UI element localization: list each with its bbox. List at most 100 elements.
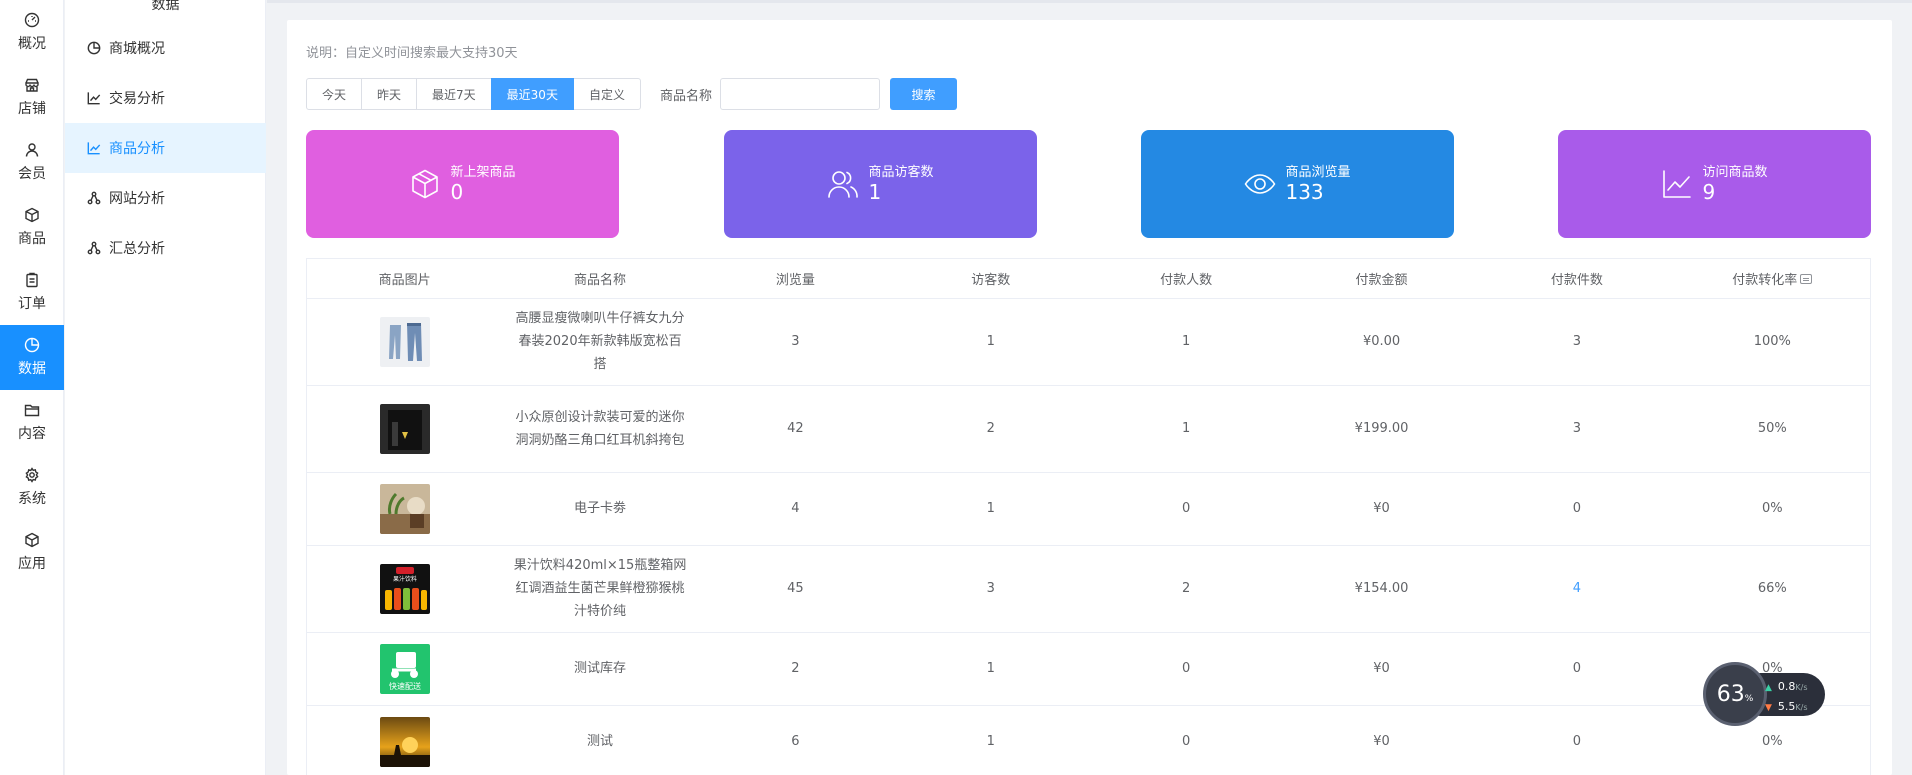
cell-amount: ¥0 — [1283, 472, 1480, 546]
range-button-4[interactable]: 自定义 — [572, 78, 641, 110]
nav-item-label: 商品 — [18, 231, 46, 247]
stat-card-0: 新上架商品 0 — [306, 130, 619, 238]
range-button-3[interactable]: 最近30天 — [490, 78, 574, 110]
stat-card-2: 商品浏览量 133 — [1141, 130, 1454, 238]
cube-icon — [409, 168, 441, 200]
sub-nav-item-2[interactable]: 商品分析 — [65, 123, 266, 173]
juice-thumb-text: 果汁饮料 — [393, 575, 417, 583]
range-button-2[interactable]: 最近7天 — [416, 78, 492, 110]
comment-icon[interactable] — [1800, 274, 1813, 285]
table-row: 果汁饮料 果汁饮料420ml×15瓶整箱网红调酒益生菌芒果鲜橙猕猴桃汁特价纯 45 3… — [307, 545, 1870, 633]
stat-label: 商品访客数 — [868, 165, 934, 180]
cell-name: 测试库存 — [502, 632, 698, 706]
cell-name: 测试 — [502, 705, 698, 775]
cell-views: 2 — [697, 632, 894, 706]
cell-image — [307, 472, 503, 546]
nav-item-0[interactable]: 概况 — [0, 0, 64, 65]
column-header: 商品图片 — [307, 259, 503, 299]
cell-views: 42 — [697, 385, 894, 473]
sub-nav-item-3[interactable]: 网站分析 — [65, 173, 266, 223]
arrow-up-icon: ▲ — [1765, 683, 1772, 693]
nav-item-3[interactable]: 商品 — [0, 195, 64, 260]
column-header: 付款转化率 — [1674, 259, 1870, 299]
cell-payers: 1 — [1088, 385, 1284, 473]
table-row: 小众原创设计款装可爱的迷你洞洞奶酪三角口红耳机斜挎包 42 2 1 ¥199.00 3 50… — [307, 385, 1870, 473]
range-button-0[interactable]: 今天 — [306, 78, 363, 110]
nav-item-8[interactable]: 应用 — [0, 520, 64, 585]
table-row: 测试 6 1 0 ¥0 0 0% — [307, 705, 1870, 775]
table-row: 高腰显瘦微喇叭牛仔裤女九分春装2020年新款韩版宽松百搭 3 1 1 ¥0.00 3 100… — [307, 298, 1870, 386]
table-body: 高腰显瘦微喇叭牛仔裤女九分春装2020年新款韩版宽松百搭 3 1 1 ¥0.00 3 100… — [307, 298, 1870, 775]
line-chart-icon — [1661, 168, 1693, 200]
sub-nav-item-label: 汇总分析 — [109, 241, 165, 257]
product-thumbnail[interactable]: 快速配送 — [379, 643, 430, 694]
column-header: 付款件数 — [1479, 259, 1675, 299]
cell-visitors: 1 — [893, 472, 1089, 546]
table-row: 快速配送 测试库存 2 1 0 ¥0 0 0% — [307, 632, 1870, 706]
nav-item-2[interactable]: 会员 — [0, 130, 64, 195]
download-speed: ▼ 5.5K/s — [1765, 700, 1808, 713]
nav-item-label: 店铺 — [18, 101, 46, 117]
sub-nav-item-label: 商品分析 — [109, 141, 165, 157]
cell-rate: 0% — [1674, 472, 1870, 546]
cell-qty: 0 — [1479, 632, 1675, 706]
cell-qty: 0 — [1479, 705, 1675, 775]
product-thumbnail[interactable]: 果汁饮料 — [379, 563, 430, 614]
sub-nav-item-1[interactable]: 交易分析 — [65, 73, 266, 123]
cell-views: 3 — [697, 298, 894, 386]
nav-item-7[interactable]: 系统 — [0, 455, 64, 520]
date-range-group: 今天 昨天 最近7天 最近30天 自定义 — [306, 78, 641, 110]
column-header: 付款金额 — [1283, 259, 1480, 299]
cell-payers: 1 — [1088, 298, 1284, 386]
stat-card-1: 商品访客数 1 — [724, 130, 1037, 238]
product-name-label: 商品名称 — [659, 88, 712, 104]
cell-image: 果汁饮料 — [307, 545, 503, 633]
cell-visitors: 2 — [893, 385, 1089, 473]
cell-name: 电子卡劵 — [502, 472, 698, 546]
gauge-icon — [24, 12, 40, 28]
cell-amount: ¥199.00 — [1283, 385, 1480, 473]
stat-card-3: 访问商品数 9 — [1558, 130, 1871, 238]
nav-item-4[interactable]: 订单 — [0, 260, 64, 325]
network-speed-widget[interactable]: 63% ▲ 0.8K/s ▼ 5.5K/s — [1703, 662, 1825, 728]
store-icon — [24, 77, 40, 93]
sub-nav-item-0[interactable]: 商城概况 — [65, 23, 266, 73]
product-thumbnail[interactable] — [379, 483, 430, 534]
search-button[interactable]: 搜索 — [889, 78, 957, 110]
folder-icon — [24, 402, 40, 418]
cell-amount: ¥0 — [1283, 705, 1480, 775]
stat-label: 新上架商品 — [450, 165, 516, 180]
cell-qty: 3 — [1479, 298, 1675, 386]
cell-payers: 0 — [1088, 705, 1284, 775]
product-thumbnail[interactable] — [379, 403, 430, 454]
nav-item-label: 会员 — [18, 166, 46, 182]
sub-nav-item-label: 交易分析 — [109, 91, 165, 107]
cell-visitors: 1 — [893, 705, 1089, 775]
cell-image: 快速配送 — [307, 632, 503, 706]
sub-nav-title: 数据 — [151, 0, 180, 13]
range-button-1[interactable]: 昨天 — [361, 78, 418, 110]
product-thumbnail[interactable] — [379, 716, 430, 767]
nav-item-label: 内容 — [18, 426, 46, 442]
column-header: 商品名称 — [502, 259, 698, 299]
sub-nav-item-4[interactable]: 汇总分析 — [65, 223, 266, 273]
cell-payers: 0 — [1088, 472, 1284, 546]
stat-value: 0 — [450, 180, 464, 204]
product-name-input[interactable] — [719, 78, 880, 110]
search-note: 说明：自定义时间搜索最大支持30天 — [306, 46, 518, 61]
column-header: 浏览量 — [697, 259, 894, 299]
table-header-row: 商品图片 商品名称 浏览量 访客数 付款人数 付款金额 付款件数 付款转化率 — [307, 259, 1870, 299]
nav-item-6[interactable]: 内容 — [0, 390, 64, 455]
cell-qty: 4 — [1479, 545, 1675, 633]
cell-visitors: 1 — [893, 298, 1089, 386]
network-icon — [87, 191, 101, 205]
nav-item-5[interactable]: 数据 — [0, 325, 64, 390]
cell-payers: 2 — [1088, 545, 1284, 633]
stat-cards: 新上架商品 0 商品访客数 1 商品浏览量 133 访问商品数 9 — [306, 130, 1871, 238]
product-thumbnail[interactable] — [379, 316, 430, 367]
arrow-down-icon: ▼ — [1765, 703, 1772, 713]
cell-image — [307, 705, 503, 775]
cell-qty: 0 — [1479, 472, 1675, 546]
nav-item-1[interactable]: 店铺 — [0, 65, 64, 130]
cell-views: 45 — [697, 545, 894, 633]
